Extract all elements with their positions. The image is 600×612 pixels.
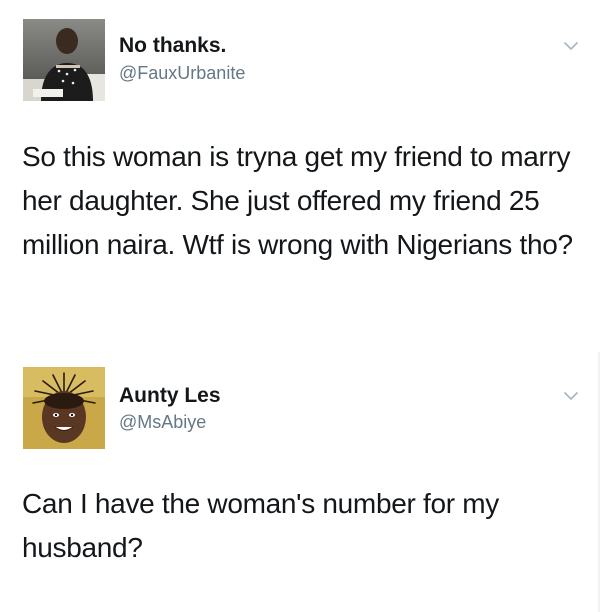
profile-photo-icon — [23, 367, 105, 449]
tweet-1: No thanks. @FauxUrbanite So this woman i… — [0, 0, 600, 340]
chevron-down-icon[interactable] — [563, 38, 579, 54]
avatar-faux-urbanite[interactable] — [23, 19, 105, 101]
user-handle[interactable]: @FauxUrbanite — [119, 63, 245, 84]
avatar-ms-abiye[interactable] — [23, 367, 105, 449]
tweet-2: Aunty Les @MsAbiye Can I have the woman'… — [0, 352, 600, 612]
display-name[interactable]: Aunty Les — [119, 384, 221, 408]
profile-photo-icon — [23, 19, 105, 101]
tweet-text: Can I have the woman's number for my hus… — [22, 488, 499, 563]
tweet-text: So this woman is tryna get my friend to … — [22, 141, 573, 260]
display-name[interactable]: No thanks. — [119, 34, 226, 58]
chevron-down-icon[interactable] — [563, 388, 579, 404]
user-handle[interactable]: @MsAbiye — [119, 412, 206, 433]
tweet-divider — [0, 340, 600, 352]
